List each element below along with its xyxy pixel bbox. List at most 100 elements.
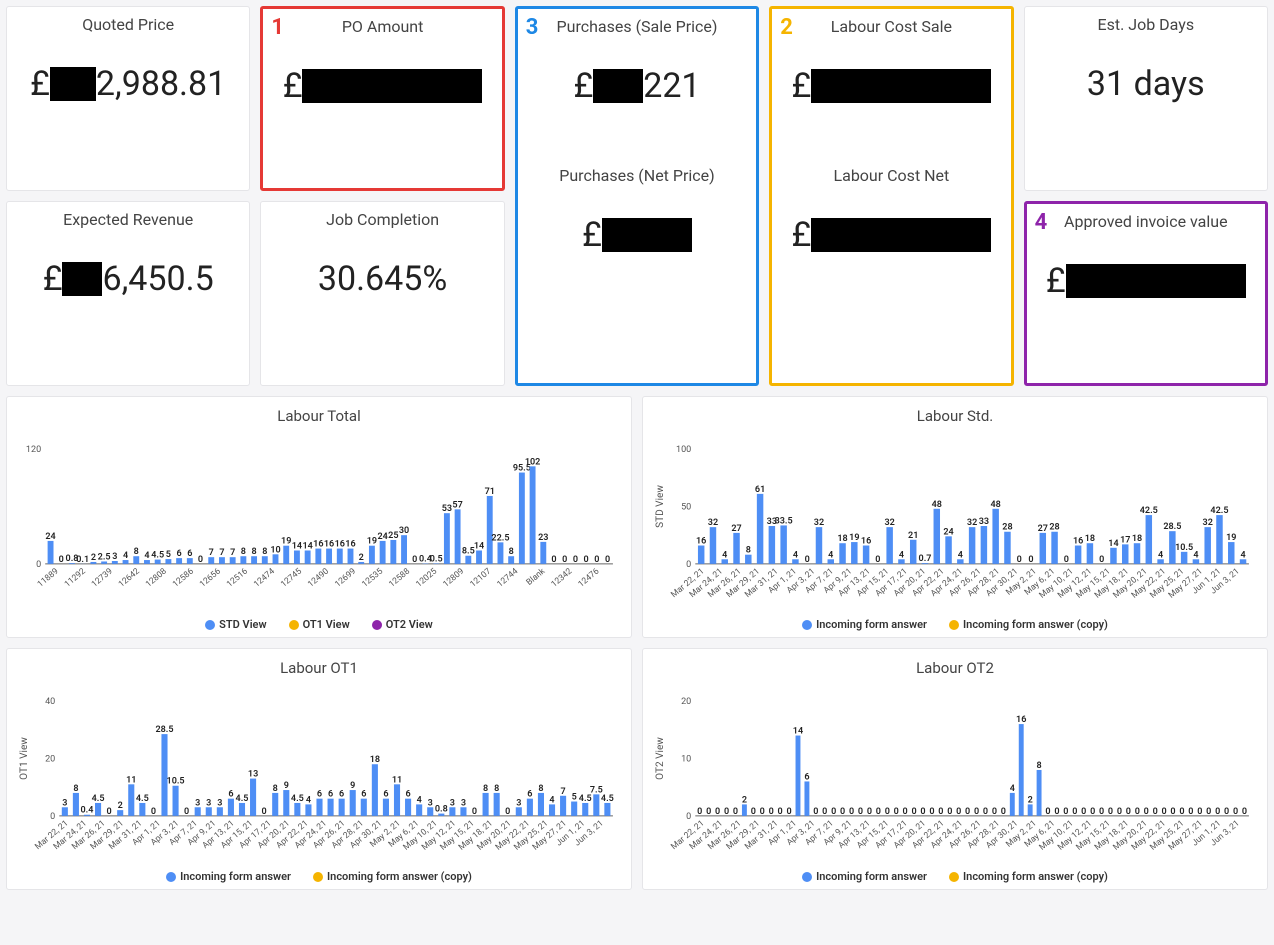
bar[interactable]: [910, 540, 916, 564]
bar[interactable]: [851, 542, 857, 564]
bar[interactable]: [251, 556, 257, 564]
bar[interactable]: [173, 786, 179, 816]
bar[interactable]: [1110, 548, 1116, 564]
bar[interactable]: [390, 540, 396, 564]
bar[interactable]: [698, 546, 704, 564]
bar[interactable]: [449, 807, 455, 816]
bar[interactable]: [372, 764, 378, 816]
bar[interactable]: [361, 799, 367, 816]
bar[interactable]: [273, 554, 279, 564]
bar[interactable]: [571, 802, 577, 816]
bar[interactable]: [348, 549, 354, 564]
bar[interactable]: [886, 527, 892, 564]
bar[interactable]: [326, 549, 332, 564]
bar[interactable]: [1216, 515, 1222, 564]
legend-item[interactable]: Incoming form answer: [802, 870, 927, 883]
bar[interactable]: [262, 556, 268, 564]
bar[interactable]: [283, 790, 289, 816]
bar[interactable]: [48, 541, 54, 564]
bar[interactable]: [369, 546, 375, 564]
legend-item[interactable]: STD View: [205, 618, 266, 631]
chart-card-labour_ot1[interactable]: Labour OT1OT1 View02040380.44.502114.502…: [6, 648, 632, 890]
bar[interactable]: [161, 734, 167, 816]
bar[interactable]: [315, 549, 321, 564]
bar[interactable]: [593, 795, 599, 817]
bar[interactable]: [465, 556, 471, 564]
bar[interactable]: [305, 550, 311, 563]
bar[interactable]: [416, 805, 422, 816]
bar[interactable]: [1028, 805, 1033, 816]
bar[interactable]: [128, 785, 134, 817]
bar[interactable]: [380, 541, 386, 564]
bar[interactable]: [1004, 532, 1010, 564]
legend-item[interactable]: Incoming form answer (copy): [949, 870, 1108, 883]
bar[interactable]: [494, 793, 500, 816]
bar[interactable]: [604, 803, 610, 816]
bar[interactable]: [839, 543, 845, 564]
bar[interactable]: [945, 536, 951, 564]
bar[interactable]: [487, 496, 493, 564]
bar[interactable]: [460, 807, 466, 816]
kpi-card[interactable]: Quoted Price£2,988.81: [6, 6, 250, 191]
bar[interactable]: [519, 473, 525, 564]
bar[interactable]: [294, 550, 300, 563]
bar[interactable]: [483, 793, 489, 816]
bar[interactable]: [95, 803, 101, 816]
bar[interactable]: [1087, 543, 1093, 564]
bar[interactable]: [206, 807, 212, 816]
bar[interactable]: [742, 805, 747, 816]
legend-item[interactable]: OT2 View: [372, 618, 433, 631]
chart-card-labour_ot2[interactable]: Labour OT2OT2 View0102000000200000146000…: [642, 648, 1268, 890]
bar[interactable]: [394, 785, 400, 817]
bar[interactable]: [1075, 546, 1081, 564]
bar[interactable]: [733, 533, 739, 564]
bar[interactable]: [498, 542, 504, 564]
bar[interactable]: [383, 799, 389, 816]
bar[interactable]: [1051, 532, 1057, 564]
bar[interactable]: [73, 793, 79, 816]
bar[interactable]: [1204, 527, 1210, 564]
bar[interactable]: [538, 793, 544, 816]
bar[interactable]: [250, 779, 256, 816]
bar[interactable]: [549, 805, 555, 816]
bar[interactable]: [863, 546, 869, 564]
chart-card-labour_std[interactable]: Labour Std.STD View05010016324278613333.…: [642, 396, 1268, 638]
bar[interactable]: [272, 793, 278, 816]
bar[interactable]: [992, 509, 998, 564]
kpi-card[interactable]: Est. Job Days31 days: [1024, 6, 1268, 191]
legend-item[interactable]: Incoming form answer: [802, 618, 927, 631]
bar[interactable]: [934, 509, 940, 564]
bar[interactable]: [427, 807, 433, 816]
bar[interactable]: [62, 807, 68, 816]
bar[interactable]: [328, 799, 334, 816]
bar[interactable]: [1040, 533, 1046, 564]
bar[interactable]: [582, 803, 588, 816]
bar[interactable]: [710, 527, 716, 564]
bar[interactable]: [316, 799, 322, 816]
kpi-card[interactable]: 2Labour Cost Sale£Labour Cost Net£: [769, 6, 1013, 386]
bar[interactable]: [516, 807, 522, 816]
kpi-card[interactable]: Job Completion30.645%: [260, 201, 504, 386]
bar[interactable]: [217, 807, 223, 816]
kpi-card[interactable]: Expected Revenue£6,450.5: [6, 201, 250, 386]
bar[interactable]: [1228, 542, 1234, 564]
bar[interactable]: [1019, 724, 1024, 816]
bar[interactable]: [1037, 770, 1042, 816]
bar[interactable]: [350, 790, 356, 816]
bar[interactable]: [796, 736, 801, 816]
bar[interactable]: [240, 556, 246, 564]
bar[interactable]: [476, 550, 482, 563]
bar[interactable]: [1181, 552, 1187, 564]
kpi-card[interactable]: 1PO Amount£: [260, 6, 504, 191]
bar[interactable]: [816, 527, 822, 564]
bar[interactable]: [337, 549, 343, 564]
bar[interactable]: [1010, 793, 1015, 816]
kpi-card[interactable]: 4Approved invoice value£: [1024, 201, 1268, 386]
bar[interactable]: [769, 526, 775, 564]
bar[interactable]: [540, 542, 546, 564]
bar[interactable]: [228, 799, 234, 816]
bar[interactable]: [401, 535, 407, 564]
bar[interactable]: [1122, 544, 1128, 564]
bar[interactable]: [969, 527, 975, 564]
bar[interactable]: [508, 556, 514, 564]
